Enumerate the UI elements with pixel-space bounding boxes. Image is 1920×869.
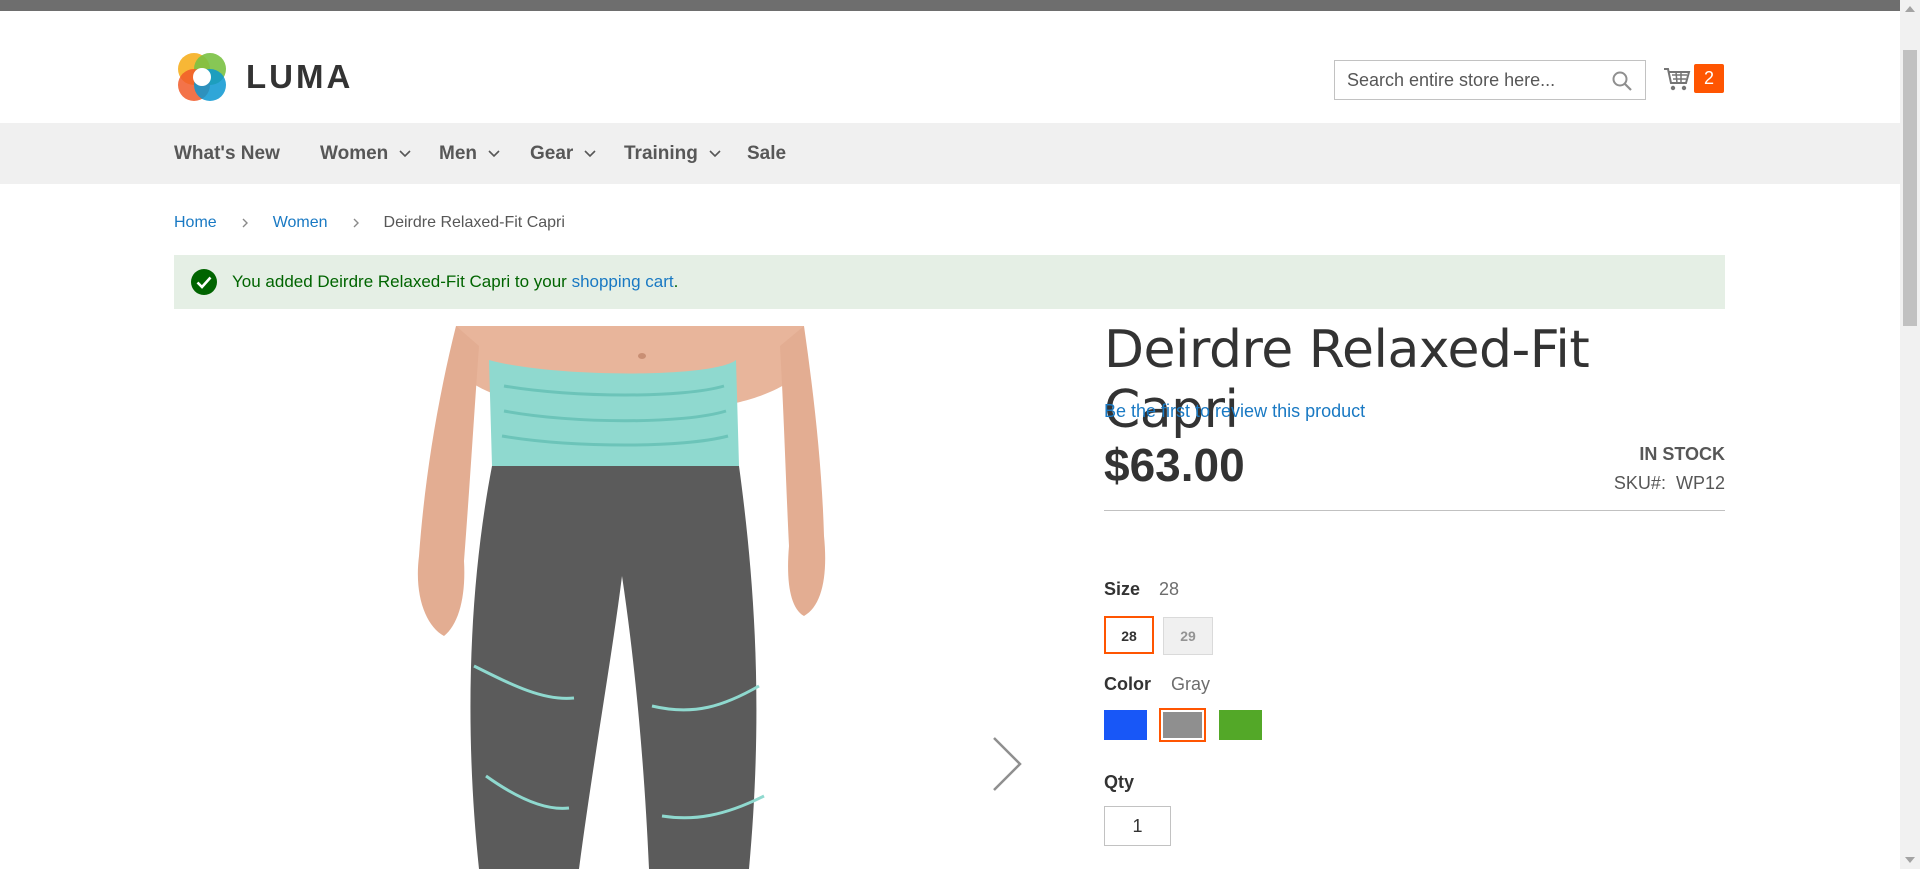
search-input[interactable] [1335,61,1645,99]
color-swatch-gray[interactable] [1159,708,1206,742]
nav-item-label: Sale [747,143,787,164]
size-swatch-28[interactable]: 28 [1104,616,1154,654]
cart-count-badge: 2 [1694,63,1724,93]
qty-input[interactable]: 1 [1104,806,1171,846]
success-message: You added Deirdre Relaxed-Fit Capri to y… [174,255,1725,309]
product-title: Deirdre Relaxed-Fit Capri [1104,320,1590,440]
nav-item-label: What's New [174,143,280,164]
chevron-right-icon [242,218,248,228]
nav-item-sale[interactable]: Sale [747,123,786,184]
color-selected-value: Gray [1171,674,1211,694]
message-text: You added Deirdre Relaxed-Fit Capri to y… [232,272,572,291]
color-swatch-green[interactable] [1219,710,1262,740]
chevron-down-icon [584,149,596,157]
scroll-down-arrow-icon[interactable] [1904,855,1916,865]
review-link[interactable]: Be the first to review this product [1104,401,1365,422]
breadcrumb-home-link[interactable]: Home [174,214,217,232]
product-image-gallery[interactable] [174,326,1042,869]
product-price: $63.00 [1104,439,1245,491]
product-info-main: Deirdre Relaxed-Fit Capri Be the first t… [1104,320,1725,846]
breadcrumb-category-link[interactable]: Women [273,214,328,232]
chevron-right-icon [353,218,359,228]
sku-value: WP12 [1675,473,1725,493]
qty-label: Qty [1104,772,1135,792]
sku-label: SKU#: [1613,473,1666,493]
scrollbar-thumb[interactable] [1903,50,1917,326]
main-nav: What's New Women Men Gear Training Sale [0,123,1900,184]
gallery-next-arrow-icon[interactable] [990,735,1024,793]
nav-item-label: Gear [530,143,574,164]
shopping-cart-link[interactable]: shopping cart [572,272,674,292]
nav-item-label: Men [439,143,477,164]
nav-item-women[interactable]: Women [320,123,412,184]
cart-icon [1664,68,1691,91]
minicart-button[interactable]: 2 [1662,63,1724,93]
logo-text: LUMA [246,58,354,95]
site-header: LUMA 2 [0,11,1920,123]
store-logo[interactable]: LUMA [174,49,353,105]
color-label: Color [1104,674,1151,694]
luma-logo-icon [178,53,226,101]
size-label: Size [1104,579,1141,599]
search-icon[interactable] [1611,70,1633,92]
search-box [1334,60,1646,100]
nav-item-gear[interactable]: Gear [530,123,597,184]
chevron-down-icon [488,149,500,157]
size-selected-value: 28 [1159,579,1180,599]
breadcrumb: Home Women Deirdre Relaxed-Fit Capri [174,214,565,232]
message-suffix: . [673,272,679,291]
nav-item-training[interactable]: Training [624,123,722,184]
sku: SKU#: WP12 [1614,473,1725,494]
nav-item-men[interactable]: Men [439,123,501,184]
nav-item-label: Training [624,143,698,164]
chevron-down-icon [399,149,411,157]
size-swatch-29[interactable]: 29 [1163,617,1213,655]
check-circle-icon [191,269,217,295]
price-divider [1104,510,1725,511]
product-photo [174,326,1042,869]
stock-status: IN STOCK [1639,444,1725,464]
color-swatch-blue[interactable] [1104,710,1147,740]
nav-item-label: Women [320,143,389,164]
breadcrumb-current: Deirdre Relaxed-Fit Capri [383,214,565,231]
scroll-up-arrow-icon[interactable] [1904,4,1916,14]
nav-item-whats-new[interactable]: What's New [174,123,280,184]
top-bar [0,0,1920,11]
chevron-down-icon [709,149,721,157]
